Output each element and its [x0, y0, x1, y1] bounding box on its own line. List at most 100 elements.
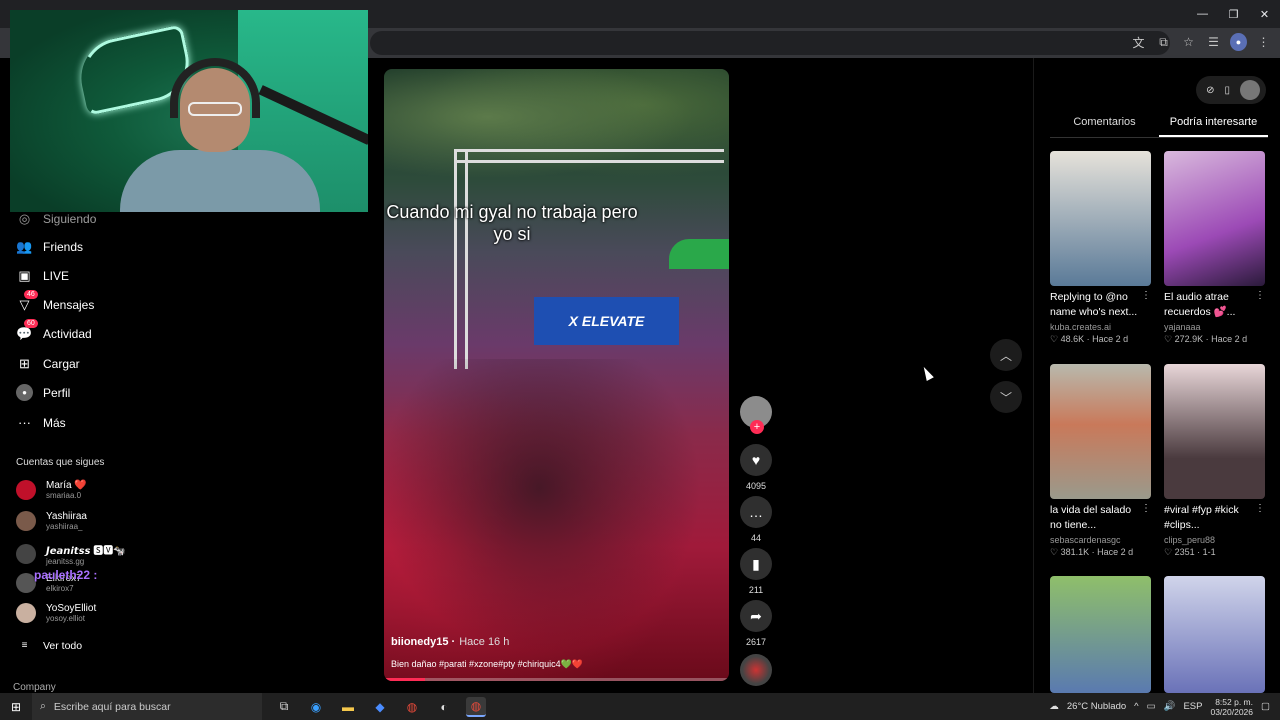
- more-icon: ···: [18, 415, 31, 430]
- following-account[interactable]: 𝙅𝙚𝙖𝙣𝙞𝙩𝙨𝙨 🆂🆅🐄 jeanitss.gg: [16, 542, 126, 566]
- avatar: [16, 480, 36, 500]
- avatar: [16, 511, 36, 531]
- upload-icon: ⊞: [19, 355, 30, 371]
- following-account[interactable]: YoSoyElliot yosoy.elliot: [16, 603, 96, 623]
- compass-icon[interactable]: ⊘: [1206, 85, 1214, 96]
- clock[interactable]: 8:52 p. m. 03/20/2026: [1210, 697, 1253, 717]
- chevron-down-icon: ﹀: [999, 390, 1012, 405]
- taskbar-search[interactable]: ⌕ Escribe aquí para buscar: [32, 693, 262, 720]
- file-explorer-icon[interactable]: ▬: [338, 697, 358, 717]
- comment-button[interactable]: …: [740, 496, 772, 528]
- company-heading[interactable]: Company: [13, 682, 56, 693]
- sidebar-item-profile[interactable]: ● Perfil: [16, 384, 70, 401]
- stream-chat-message: pauleth22 :: [34, 568, 98, 582]
- share-count: 2617: [745, 637, 767, 647]
- recommended-video-card[interactable]: la vida del salado no tiene... sebascard…: [1050, 364, 1151, 558]
- phone-icon[interactable]: ▯: [1224, 85, 1230, 96]
- messages-icon: ▽ 46: [16, 290, 38, 313]
- maximize-button[interactable]: ❐: [1218, 0, 1249, 28]
- save-button[interactable]: ▮: [740, 548, 772, 580]
- music-disc-icon[interactable]: [740, 654, 772, 686]
- save-count: 211: [748, 585, 764, 595]
- sidebar-item-following[interactable]: ◎ Siguiendo: [16, 210, 97, 227]
- bookmark-icon: ▮: [752, 555, 760, 572]
- friends-icon: 👥: [16, 238, 33, 254]
- chevron-up-icon[interactable]: ^: [1134, 701, 1138, 712]
- follow-plus-icon[interactable]: +: [750, 420, 764, 434]
- heart-icon: ♥: [751, 452, 761, 468]
- sidebar-item-friends[interactable]: 👥 Friends: [16, 238, 83, 255]
- avatar: [16, 573, 36, 593]
- recommended-video-card[interactable]: El audio atrae recuerdos 💕... yajanaaa ♡…: [1164, 151, 1265, 345]
- activity-icon: 💬 60: [16, 319, 38, 342]
- star-icon[interactable]: ☆: [1180, 33, 1197, 51]
- cast-icon[interactable]: ⧉: [1155, 33, 1172, 51]
- chrome-active-icon[interactable]: ◍: [466, 696, 486, 717]
- recommended-video-card[interactable]: #viral #fyp #kick #clips... clips_peru88…: [1164, 364, 1265, 558]
- avatar: [16, 544, 36, 564]
- profile-icon[interactable]: ●: [1230, 33, 1247, 51]
- network-icon[interactable]: ▭: [1147, 701, 1156, 712]
- following-account[interactable]: Yashiiraa yashiiraa_: [16, 511, 87, 531]
- sidebar-item-live[interactable]: ▣ LIVE: [16, 267, 69, 284]
- comment-icon: …: [749, 504, 763, 520]
- tab-recommended[interactable]: Podría interesarte: [1159, 116, 1268, 137]
- activity-badge: 60: [24, 319, 38, 328]
- user-avatar[interactable]: [1240, 80, 1260, 100]
- comment-count: 44: [750, 533, 761, 543]
- following-account[interactable]: María ❤️ smariaa.0: [16, 480, 87, 500]
- share-icon: ➦: [750, 607, 762, 624]
- live-icon: ▣: [18, 267, 31, 283]
- chrome-icon[interactable]: ◍: [402, 697, 422, 717]
- avatar: [16, 603, 36, 623]
- more-options-icon[interactable]: ⋮: [1255, 503, 1265, 514]
- sidebar-item-more[interactable]: ··· Más: [16, 414, 66, 431]
- notifications-icon[interactable]: ▢: [1261, 701, 1270, 712]
- next-video-button[interactable]: ﹀: [990, 381, 1022, 413]
- minimize-button[interactable]: —: [1187, 0, 1218, 28]
- recommended-video-card[interactable]: [1164, 576, 1265, 693]
- edge-icon[interactable]: ◉: [306, 697, 326, 717]
- video-player[interactable]: X ELEVATE Cuando mi gyal no trabaja pero…: [384, 69, 729, 681]
- stage-banner: X ELEVATE: [534, 297, 679, 345]
- translate-icon[interactable]: 文: [1130, 33, 1147, 51]
- like-button[interactable]: ♥: [740, 444, 772, 476]
- share-button[interactable]: ➦: [740, 600, 772, 632]
- video-thumbnail: [1050, 151, 1151, 286]
- sidebar-item-activity[interactable]: 💬 60 Actividad: [16, 319, 92, 342]
- windows-taskbar: ⊞ ⌕ Escribe aquí para buscar ⧉ ◉ ▬ ◆ ◍ ◐…: [0, 693, 1280, 720]
- see-all-link[interactable]: ≡ Ver todo: [16, 637, 83, 654]
- search-icon: ⌕: [40, 700, 46, 712]
- volume-icon[interactable]: 🔊: [1164, 701, 1176, 712]
- like-count: 4095: [745, 481, 767, 491]
- tab-comments[interactable]: Comentarios: [1050, 116, 1159, 137]
- following-icon: ◎: [18, 210, 31, 226]
- start-button[interactable]: ⊞: [0, 693, 32, 720]
- more-options-icon[interactable]: ⋮: [1141, 503, 1151, 514]
- weather-icon[interactable]: ☁: [1049, 701, 1059, 712]
- playlist-icon[interactable]: ☰: [1205, 33, 1222, 51]
- previous-video-button[interactable]: ︿: [990, 339, 1022, 371]
- video-author[interactable]: biionedy15 · Hace 16 h: [391, 636, 509, 648]
- menu-icon[interactable]: ⋮: [1255, 33, 1272, 51]
- profile-icon: ●: [16, 384, 33, 401]
- app-icon[interactable]: ◆: [370, 697, 390, 717]
- obs-icon[interactable]: ◐: [434, 697, 454, 717]
- weather-text[interactable]: 26°C Nublado: [1067, 701, 1126, 712]
- task-view-icon[interactable]: ⧉: [274, 697, 294, 717]
- sidebar-item-messages[interactable]: ▽ 46 Mensajes: [16, 290, 94, 313]
- recommended-video-card[interactable]: [1050, 576, 1151, 693]
- more-options-icon[interactable]: ⋮: [1255, 290, 1265, 301]
- video-thumbnail: [1050, 364, 1151, 499]
- address-bar[interactable]: [370, 31, 1170, 55]
- chevron-up-icon: ︿: [999, 348, 1012, 363]
- video-thumbnail: [1050, 576, 1151, 693]
- more-options-icon[interactable]: ⋮: [1141, 290, 1151, 301]
- sidebar-item-upload[interactable]: ⊞ Cargar: [16, 355, 80, 372]
- language-indicator[interactable]: ESP: [1183, 701, 1202, 712]
- recommended-video-card[interactable]: Replying to @no name who's next... kuba.…: [1050, 151, 1151, 345]
- video-progress-bar[interactable]: [384, 678, 729, 681]
- close-button[interactable]: ✕: [1249, 0, 1280, 28]
- list-icon: ≡: [21, 640, 28, 651]
- system-tray: ☁ 26°C Nublado ^ ▭ 🔊 ESP 8:52 p. m. 03/2…: [1049, 693, 1270, 720]
